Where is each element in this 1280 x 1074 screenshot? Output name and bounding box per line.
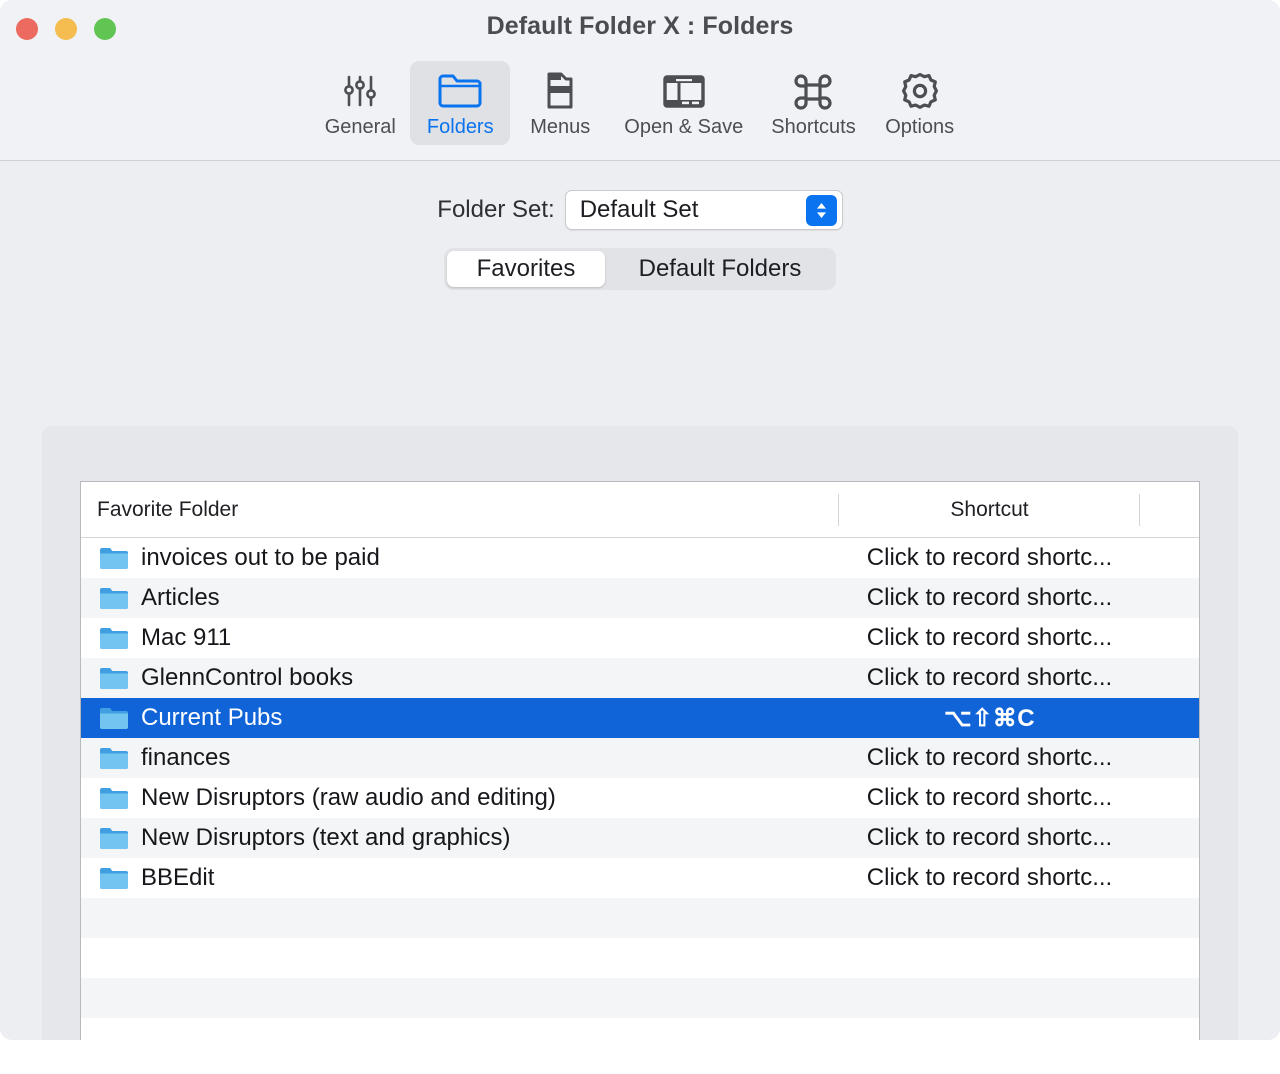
table-row[interactable]: invoices out to be paid Click to record s… bbox=[81, 538, 1199, 578]
content-area: Folder Set: Default Set Favorites Defaul… bbox=[0, 161, 1280, 1040]
table-row[interactable]: New Disruptors (text and graphics) Click … bbox=[81, 818, 1199, 858]
toolbar-item-shortcuts[interactable]: Shortcuts bbox=[757, 61, 869, 145]
folder-icon bbox=[100, 748, 128, 769]
favorites-table: Favorite Folder Shortcut invoices out to… bbox=[80, 481, 1200, 1040]
row-shortcut-cell[interactable]: ⌥⇧⌘C bbox=[839, 704, 1140, 733]
row-shortcut-cell[interactable]: Click to record shortc... bbox=[839, 624, 1140, 652]
toolbar-item-label: Open & Save bbox=[624, 116, 744, 138]
table-row-empty[interactable] bbox=[81, 898, 1199, 938]
window-title: Default Folder X : Folders bbox=[486, 12, 794, 40]
row-shortcut-cell[interactable]: Click to record shortc... bbox=[839, 544, 1140, 572]
toolbar-item-menus[interactable]: Menus bbox=[510, 61, 610, 145]
row-folder-cell: Mac 911 bbox=[99, 624, 231, 652]
row-shortcut-cell[interactable]: Click to record shortc... bbox=[839, 784, 1140, 812]
tab-default-folders[interactable]: Default Folders bbox=[606, 251, 834, 287]
preferences-toolbar: General Folders Menus Open & Save Shortc… bbox=[0, 57, 1280, 161]
folder-icon bbox=[100, 708, 128, 729]
toolbar-item-label: General bbox=[324, 116, 396, 138]
table-row[interactable]: GlennControl books Click to record shortc… bbox=[81, 658, 1199, 698]
table-row-empty[interactable] bbox=[81, 1018, 1199, 1040]
table-row[interactable]: BBEdit Click to record shortc... bbox=[81, 858, 1199, 898]
table-row[interactable]: Current Pubs ⌥⇧⌘C bbox=[81, 698, 1199, 738]
row-folder-name: finances bbox=[141, 744, 231, 771]
row-shortcut-cell[interactable]: Click to record shortc... bbox=[839, 664, 1140, 692]
toolbar-item-label: Options bbox=[885, 116, 955, 138]
toolbar-item-options[interactable]: Options bbox=[870, 61, 970, 145]
row-folder-cell: Current Pubs bbox=[99, 704, 282, 732]
folder-set-label: Folder Set: bbox=[437, 196, 555, 223]
row-folder-cell: New Disruptors (text and graphics) bbox=[99, 824, 510, 852]
row-shortcut-cell[interactable]: Click to record shortc... bbox=[839, 744, 1140, 772]
row-folder-name: Mac 911 bbox=[141, 624, 232, 651]
toolbar-item-label: Shortcuts bbox=[771, 116, 856, 138]
folder-icon bbox=[100, 828, 128, 849]
command-icon bbox=[791, 69, 835, 113]
row-folder-name: GlennControl books bbox=[141, 664, 354, 691]
row-folder-name: BBEdit bbox=[141, 864, 215, 891]
sliders-icon bbox=[338, 69, 382, 113]
open-save-icon bbox=[660, 69, 708, 113]
row-folder-cell: New Disruptors (raw audio and editing) bbox=[99, 784, 556, 812]
row-shortcut-cell[interactable]: Click to record shortc... bbox=[839, 584, 1140, 612]
row-folder-cell: Articles bbox=[99, 584, 220, 612]
row-folder-cell: finances bbox=[99, 744, 230, 772]
column-divider[interactable] bbox=[1139, 494, 1140, 526]
folder-set-popup-button[interactable]: Default Set bbox=[564, 190, 843, 230]
folder-set-row: Folder Set: Default Set bbox=[0, 161, 1280, 230]
table-row-empty[interactable] bbox=[81, 938, 1199, 978]
column-header-favorite-folder[interactable]: Favorite Folder bbox=[97, 482, 238, 538]
folder-icon bbox=[100, 868, 128, 889]
toolbar-item-general[interactable]: General bbox=[310, 61, 410, 145]
row-folder-name: New Disruptors (raw audio and editing) bbox=[141, 784, 556, 811]
folder-icon bbox=[100, 548, 128, 569]
folder-set-value: Default Set bbox=[579, 196, 699, 223]
column-header-shortcut[interactable]: Shortcut bbox=[839, 482, 1140, 538]
folder-icon bbox=[100, 668, 128, 689]
row-shortcut-cell[interactable]: Click to record shortc... bbox=[839, 824, 1140, 852]
tab-favorites[interactable]: Favorites bbox=[447, 251, 605, 287]
folder-icon bbox=[100, 788, 128, 809]
favorites-group-box: Favorite Folder Shortcut invoices out to… bbox=[42, 426, 1238, 1040]
table-row[interactable]: finances Click to record shortc... bbox=[81, 738, 1199, 778]
chevron-up-down-icon bbox=[805, 195, 837, 226]
table-row[interactable]: New Disruptors (raw audio and editing) Cl… bbox=[81, 778, 1199, 818]
table-body: invoices out to be paid Click to record s… bbox=[81, 538, 1199, 1040]
preferences-window: Default Folder X : Folders General Folde… bbox=[0, 0, 1280, 1040]
toolbar-item-label: Folders bbox=[426, 116, 494, 138]
table-row[interactable]: Mac 911 Click to record shortc... bbox=[81, 618, 1199, 658]
toolbar-item-open-save[interactable]: Open & Save bbox=[610, 61, 757, 145]
row-folder-cell: BBEdit bbox=[99, 864, 214, 892]
table-row-empty[interactable] bbox=[81, 978, 1199, 1018]
menus-icon bbox=[539, 69, 581, 113]
table-row[interactable]: Articles Click to record shortc... bbox=[81, 578, 1199, 618]
folders-tab-group: Favorites Default Folders bbox=[444, 248, 836, 290]
row-folder-name: New Disruptors (text and graphics) bbox=[141, 824, 511, 851]
row-folder-cell: GlennControl books bbox=[99, 664, 353, 692]
folder-icon bbox=[100, 588, 128, 609]
row-folder-cell: invoices out to be paid bbox=[99, 544, 380, 572]
row-folder-name: Current Pubs bbox=[141, 704, 283, 731]
row-folder-name: Articles bbox=[141, 584, 220, 611]
table-header: Favorite Folder Shortcut bbox=[81, 482, 1199, 538]
title-bar: Default Folder X : Folders bbox=[0, 0, 1280, 57]
folder-icon bbox=[100, 628, 128, 649]
toolbar-item-label: Menus bbox=[530, 116, 591, 138]
folder-icon bbox=[436, 69, 484, 113]
row-folder-name: invoices out to be paid bbox=[141, 544, 380, 571]
row-shortcut-cell[interactable]: Click to record shortc... bbox=[839, 864, 1140, 892]
toolbar-item-folders[interactable]: Folders bbox=[410, 61, 511, 145]
gear-icon bbox=[898, 69, 942, 113]
